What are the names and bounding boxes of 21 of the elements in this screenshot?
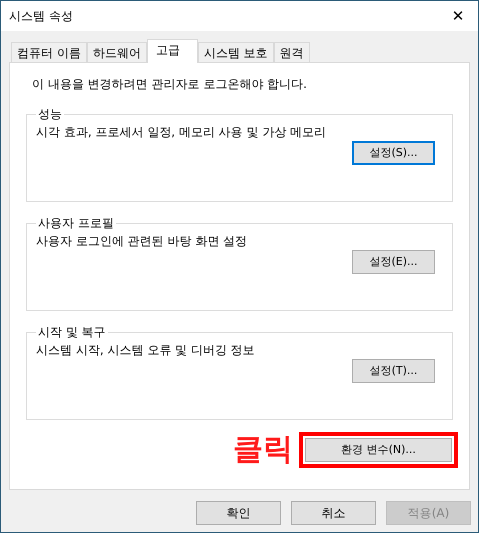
group-title: 시작 및 복구 xyxy=(37,324,107,341)
tab[interactable]: 고급 xyxy=(146,39,198,63)
tab[interactable]: 하드웨어 xyxy=(86,42,147,62)
settings-button[interactable]: 설정(E)... xyxy=(352,250,435,274)
group-description: 사용자 로그인에 관련된 바탕 화면 설정 xyxy=(36,233,248,250)
tab[interactable]: 원격 xyxy=(274,42,310,62)
group-title: 사용자 프로필 xyxy=(37,215,115,232)
notice-text: 이 내용을 변경하려면 관리자로 로그온해야 합니다. xyxy=(31,76,308,93)
settings-button[interactable]: 설정(T)... xyxy=(352,359,435,383)
environment-variables-button[interactable]: 환경 변수(N)... xyxy=(305,438,452,462)
dialog-button[interactable]: 확인 xyxy=(196,501,281,525)
click-annotation: 클릭 xyxy=(233,435,293,465)
close-button[interactable]: ✕ xyxy=(438,1,478,31)
dialog-button[interactable]: 취소 xyxy=(291,501,376,525)
settings-button[interactable]: 설정(S)... xyxy=(352,141,435,165)
group-description: 시스템 시작, 시스템 오류 및 디버깅 정보 xyxy=(36,342,256,359)
group-title: 성능 xyxy=(37,106,63,123)
tab[interactable]: 컴퓨터 이름 xyxy=(11,42,87,62)
tab[interactable]: 시스템 보호 xyxy=(198,42,274,62)
window-title: 시스템 속성 xyxy=(9,8,73,25)
group-description: 시각 효과, 프로세서 일정, 메모리 사용 및 가상 메모리 xyxy=(36,124,328,141)
